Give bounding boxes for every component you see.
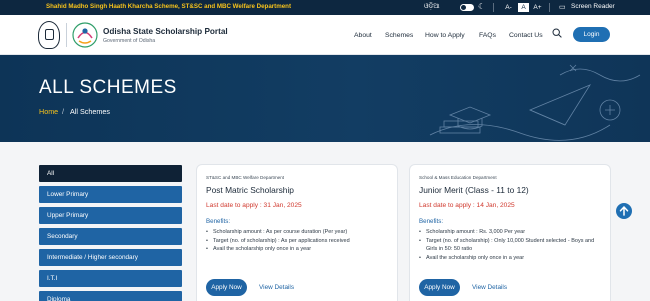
top-strip: Shahid Madho Singh Haath Kharcha Scheme,… (0, 0, 650, 15)
sidebar-item-higher-secondary[interactable]: Intermediate / Higher secondary (39, 249, 182, 266)
benefits-heading: Benefits: (419, 218, 444, 225)
sidebar-item-secondary[interactable]: Secondary (39, 228, 182, 245)
breadcrumb-current: All Schemes (70, 107, 110, 116)
divider (66, 23, 67, 47)
page-title: ALL SCHEMES (39, 77, 177, 98)
sidebar-item-upper-primary[interactable]: Upper Primary (39, 207, 182, 224)
nav-about[interactable]: About (354, 32, 372, 39)
odisha-emblem-logo (38, 21, 60, 49)
page-banner: ALL SCHEMES Home / All Schemes (0, 55, 650, 142)
scheme-department: School & Mass Education Department (419, 175, 497, 180)
benefit-item: Scholarship amount : As per course durat… (206, 228, 392, 237)
benefit-item: Target (no. of scholarship) : Only 10,00… (419, 237, 605, 254)
breadcrumb-separator: / (62, 107, 64, 116)
view-details-link[interactable]: View Details (259, 284, 294, 291)
scheme-name[interactable]: Post Matric Scholarship (206, 185, 294, 195)
benefit-item: Target (no. of scholarship) : As per app… (206, 237, 392, 246)
sidebar-item-diploma[interactable]: Diploma (39, 291, 182, 301)
portal-title[interactable]: Odisha State Scholarship Portal (103, 27, 228, 36)
nav-faqs[interactable]: FAQs (479, 32, 496, 39)
portal-logo (72, 22, 98, 48)
divider (549, 3, 550, 12)
site-header: Odisha State Scholarship Portal Governme… (0, 15, 650, 55)
apply-now-button[interactable]: Apply Now (206, 279, 247, 296)
benefits-list: Scholarship amount : Rs. 3,000 Per year … (419, 228, 605, 262)
search-icon[interactable] (552, 28, 562, 38)
font-normal-button[interactable]: A (518, 3, 529, 12)
benefit-item: Avail the scholarship only once in a yea… (419, 254, 605, 263)
sidebar-item-all[interactable]: All (39, 165, 182, 182)
arrow-up-icon (619, 206, 629, 216)
font-increase-button[interactable]: A+ (532, 3, 543, 12)
login-button[interactable]: Login (573, 27, 610, 42)
scheme-department: ST&SC and MBC Welfare Department (206, 175, 285, 180)
nav-contact-us[interactable]: Contact Us (509, 32, 543, 39)
theme-toggle[interactable] (460, 4, 474, 11)
font-decrease-button[interactable]: A- (503, 3, 514, 12)
screen-reader-icon: ▭ (559, 4, 566, 11)
breadcrumb-home[interactable]: Home (39, 107, 58, 116)
scroll-to-top-button[interactable] (616, 203, 632, 219)
graduation-illustration (429, 64, 641, 141)
benefit-item: Scholarship amount : Rs. 3,000 Per year (419, 228, 605, 237)
language-switch[interactable]: ଓଡ଼ିଆ (424, 3, 440, 11)
benefits-heading: Benefits: (206, 218, 231, 225)
benefit-item: Avail the scholarship only once in a yea… (206, 245, 392, 254)
view-details-link[interactable]: View Details (472, 284, 507, 291)
moon-icon: ☾ (478, 2, 486, 11)
screen-reader-link[interactable]: Screen Reader (571, 3, 615, 10)
sidebar-item-iti[interactable]: I.T.I (39, 270, 182, 287)
portal-subtitle: Government of Odisha (103, 38, 156, 44)
benefits-list: Scholarship amount : As per course durat… (206, 228, 392, 254)
scheme-deadline: Last date to apply : 31 Jan, 2025 (206, 202, 302, 209)
nav-schemes[interactable]: Schemes (385, 32, 413, 39)
scheme-tagline[interactable]: Shahid Madho Singh Haath Kharcha Scheme,… (46, 3, 291, 10)
scheme-card: School & Mass Education Department Junio… (409, 164, 611, 301)
scheme-name[interactable]: Junior Merit (Class - 11 to 12) (419, 185, 529, 195)
apply-now-button[interactable]: Apply Now (419, 279, 460, 296)
scheme-deadline: Last date to apply : 14 Jan, 2025 (419, 202, 515, 209)
sidebar-item-lower-primary[interactable]: Lower Primary (39, 186, 182, 203)
nav-how-to-apply[interactable]: How to Apply (425, 32, 465, 39)
scheme-card: ST&SC and MBC Welfare Department Post Ma… (196, 164, 398, 301)
divider (493, 3, 494, 12)
